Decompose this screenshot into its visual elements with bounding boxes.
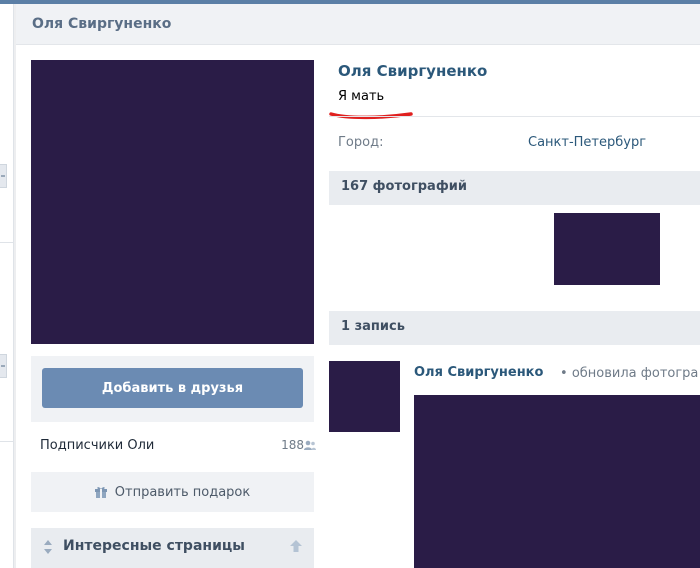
profile-avatar[interactable] — [31, 60, 314, 344]
profile-name: Оля Свиргуненко — [338, 62, 488, 80]
city-label: Город: — [338, 135, 384, 150]
post-author-avatar[interactable] — [329, 361, 400, 432]
people-icon — [304, 440, 316, 450]
subscribers-count: 188 — [281, 438, 304, 452]
sidebar-collapse-handle[interactable] — [0, 354, 7, 378]
left-sidebar-edge — [0, 4, 14, 568]
wall-section-header[interactable]: 1 запись — [329, 311, 700, 345]
city-value-link[interactable]: Санкт-Петербург — [528, 135, 646, 150]
photos-section-title: 167 фотографий — [341, 179, 467, 194]
profile-status: Я мать — [338, 89, 385, 104]
post-image[interactable] — [414, 395, 700, 568]
interesting-pages-header[interactable]: Интересные страницы — [31, 528, 314, 568]
gift-icon — [94, 487, 107, 498]
send-gift-button[interactable]: Отправить подарок — [31, 472, 314, 512]
add-friend-panel: Добавить в друзья — [31, 356, 314, 422]
sidebar-collapse-handle[interactable] — [0, 164, 7, 188]
photo-thumbnail[interactable] — [554, 213, 660, 285]
photos-section-header[interactable]: 167 фотографий — [329, 171, 700, 205]
red-underline-annotation — [329, 112, 413, 120]
info-divider — [329, 116, 700, 117]
post-author-link[interactable]: Оля Свиргуненко — [414, 365, 543, 380]
post-action-label: обновила фотогра — [571, 366, 699, 381]
add-friend-button[interactable]: Добавить в друзья — [42, 368, 303, 408]
page-header: Оля Свиргуненко — [16, 4, 700, 45]
page-title: Оля Свиргуненко — [32, 16, 172, 32]
subscribers-link[interactable]: Подписчики Оли 188 — [40, 436, 316, 456]
profile-page: Оля Свиргуненко Добавить в друзья Подпис… — [16, 4, 700, 568]
sidebar-divider — [0, 242, 14, 243]
sort-arrows-icon — [44, 540, 52, 554]
send-gift-label: Отправить подарок — [114, 484, 251, 500]
wall-section-title: 1 запись — [341, 319, 405, 334]
subscribers-label: Подписчики Оли — [40, 438, 155, 453]
interesting-pages-title: Интересные страницы — [63, 538, 245, 554]
arrow-up-icon[interactable] — [290, 540, 302, 552]
sidebar-divider — [0, 441, 14, 442]
post-action-text: • обновила фотогра — [560, 366, 699, 381]
